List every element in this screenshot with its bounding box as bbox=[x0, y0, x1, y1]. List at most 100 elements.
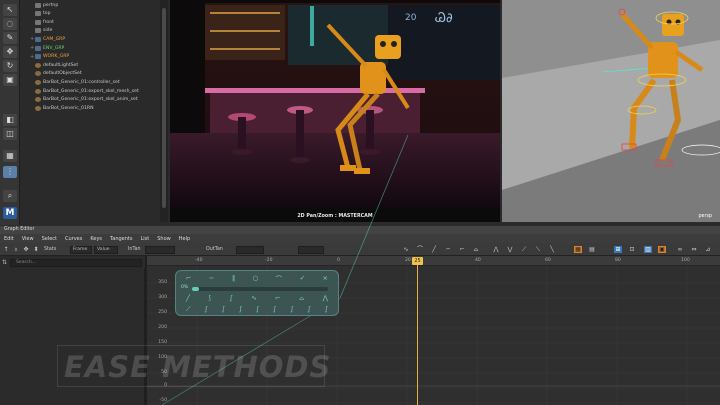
current-time-indicator[interactable]: 25 bbox=[412, 257, 423, 265]
ease-methods-panel[interactable]: ⌐ ∽ ∥ ○ ⌒ ✓ × 0% ╱ ⟆ ∫ ∿ ⌐ ⌓ ⋀ ⟋ ∫ ∫ ∫ ∫… bbox=[175, 270, 339, 316]
curve-shape-5-icon[interactable]: ∫ bbox=[256, 305, 259, 313]
ease-check-icon[interactable]: ✓ bbox=[300, 274, 305, 282]
ease-linear-icon[interactable]: ╱ bbox=[186, 294, 190, 302]
ease-bounce-icon[interactable]: ⌓ bbox=[299, 294, 304, 303]
ruler-tick: -20 bbox=[265, 258, 273, 263]
curve-display-icon[interactable]: ▣ bbox=[658, 246, 666, 253]
lasso-tool-icon[interactable]: ◌ bbox=[3, 18, 17, 30]
normalize-icon[interactable]: ⊡ bbox=[628, 246, 636, 253]
outliner-item[interactable]: BarBot_Generic_01:controller_set bbox=[30, 78, 120, 86]
snapshot-icon[interactable]: ▤ bbox=[588, 246, 596, 253]
ease-circle-icon[interactable]: ○ bbox=[253, 274, 259, 282]
rotate-tool-icon[interactable]: ↻ bbox=[3, 60, 17, 72]
curve-shape-7-icon[interactable]: ∫ bbox=[290, 305, 293, 313]
clamped-tangent-icon[interactable]: ⌒ bbox=[416, 246, 424, 253]
layout-two-icon[interactable]: ◫ bbox=[3, 128, 17, 140]
outliner-item[interactable]: + ENV_GRP bbox=[30, 44, 64, 52]
outliner-item[interactable]: BarBot_Generic_01:export_skel_mesh_set bbox=[30, 87, 139, 95]
buffer-curve-icon[interactable]: ▦ bbox=[574, 246, 582, 253]
curve-shape-1-icon[interactable]: ⟋ bbox=[186, 305, 191, 314]
step-tangent-icon[interactable]: ⌐ bbox=[458, 246, 466, 253]
outliner-item-label: defaultObjectSet bbox=[43, 71, 82, 77]
menu-edit[interactable]: Edit bbox=[4, 236, 14, 242]
filter-icon[interactable]: ⊿ bbox=[704, 246, 712, 253]
paint-tool-icon[interactable]: ✎ bbox=[3, 32, 17, 44]
scale-tool-icon[interactable]: ▣ bbox=[3, 74, 17, 86]
outliner-item[interactable]: BarBot_Generic_01:export_skel_anim_set bbox=[30, 96, 138, 104]
frame-field[interactable]: Frame bbox=[70, 246, 92, 254]
list-filter-icon[interactable]: ⇅ bbox=[2, 259, 9, 267]
insert-key-icon[interactable]: ⬍ bbox=[32, 246, 40, 253]
outliner-scrollbar[interactable] bbox=[160, 0, 168, 222]
value-field[interactable]: Value bbox=[94, 246, 118, 254]
current-time-line[interactable] bbox=[417, 260, 418, 405]
retime-icon[interactable]: ⇔ bbox=[690, 246, 698, 253]
ease-cubic-icon[interactable]: ∫ bbox=[229, 294, 232, 302]
ease-sine-icon[interactable]: ∿ bbox=[251, 294, 256, 302]
search-icon[interactable]: ⌕ bbox=[3, 190, 17, 202]
outliner-item[interactable]: side bbox=[30, 27, 52, 35]
menu-keys[interactable]: Keys bbox=[90, 236, 102, 242]
ease-in-icon[interactable]: ⌐ bbox=[186, 274, 191, 282]
weighted-tangent-icon[interactable]: ╲ bbox=[548, 246, 556, 253]
out-tangent-field[interactable] bbox=[236, 246, 264, 254]
ease-back-icon[interactable]: ⌒ bbox=[276, 273, 283, 283]
curve-shape-9-icon[interactable]: ∫ bbox=[325, 305, 328, 313]
ease-close-icon[interactable]: × bbox=[323, 274, 328, 282]
menu-list[interactable]: List bbox=[140, 236, 149, 242]
plateau-tangent-icon[interactable]: ⌓ bbox=[472, 246, 480, 253]
outliner-item[interactable]: top bbox=[30, 10, 51, 18]
menu-view[interactable]: View bbox=[22, 236, 34, 242]
spline-tangent-icon[interactable]: ∿ bbox=[402, 246, 410, 253]
curve-shape-2-icon[interactable]: ∫ bbox=[204, 305, 207, 313]
select-tool-icon[interactable]: ↖ bbox=[3, 4, 17, 16]
ease-inout-icon[interactable]: ∥ bbox=[232, 274, 235, 282]
menu-show[interactable]: Show bbox=[157, 236, 171, 242]
search-input[interactable]: Search... bbox=[10, 259, 142, 267]
time-ruler[interactable]: -40 -20 0 20 40 60 80 100 bbox=[147, 256, 720, 266]
flat-tangent-icon[interactable]: ─ bbox=[444, 246, 452, 253]
pin-icon[interactable]: ↑ bbox=[2, 246, 10, 253]
move-key-icon[interactable]: ✥ bbox=[22, 246, 30, 253]
break-tangent-icon[interactable]: ⋀ bbox=[492, 246, 500, 253]
layout-grid-icon[interactable]: ▦ bbox=[3, 150, 17, 162]
outliner-item[interactable]: + CAM_GRP bbox=[30, 35, 65, 43]
curve-shape-6-icon[interactable]: ∫ bbox=[273, 305, 276, 313]
menu-curves[interactable]: Curves bbox=[65, 236, 82, 242]
stacked-view-icon[interactable]: ▥ bbox=[644, 246, 652, 253]
in-tangent-field[interactable] bbox=[145, 246, 175, 254]
layout-single-icon[interactable]: ◧ bbox=[3, 114, 17, 126]
outliner-item[interactable]: + WORK_GRP bbox=[30, 53, 69, 61]
tangent-weight-field[interactable] bbox=[298, 246, 324, 254]
menu-tangents[interactable]: Tangents bbox=[110, 236, 132, 242]
move-tool-icon[interactable]: ✥ bbox=[3, 46, 17, 58]
ease-out-icon[interactable]: ∽ bbox=[209, 274, 214, 282]
linear-tangent-icon[interactable]: ╱ bbox=[430, 246, 438, 253]
lock-weight-icon[interactable]: ⟍ bbox=[534, 246, 542, 253]
auto-frame-icon[interactable]: ⊞ bbox=[614, 246, 622, 253]
infinity-icon[interactable]: ∞ bbox=[676, 246, 684, 253]
menu-help[interactable]: Help bbox=[179, 236, 190, 242]
maya-logo-icon[interactable]: M bbox=[3, 207, 17, 219]
free-weight-icon[interactable]: ⟋ bbox=[520, 246, 528, 253]
layout-active-icon[interactable]: ⋮ bbox=[3, 166, 17, 178]
curve-shape-3-icon[interactable]: ∫ bbox=[222, 305, 225, 313]
outliner-item[interactable]: front bbox=[30, 18, 54, 26]
outliner-item[interactable]: defaultLightSet bbox=[30, 61, 78, 69]
curve-shape-4-icon[interactable]: ∫ bbox=[239, 305, 242, 313]
ease-curve-row: ⟋ ∫ ∫ ∫ ∫ ∫ ∫ ∫ ∫ bbox=[186, 304, 328, 314]
perspective-viewport[interactable]: persp bbox=[502, 0, 720, 222]
ease-expo-icon[interactable]: ⌐ bbox=[275, 294, 280, 302]
ease-quad-icon[interactable]: ⟆ bbox=[208, 294, 211, 302]
curve-shape-8-icon[interactable]: ∫ bbox=[307, 305, 310, 313]
ease-elastic-icon[interactable]: ⋀ bbox=[323, 294, 328, 302]
camera-viewport[interactable]: 20 Ꮚ∂ 2D Pan/Zoom : MASTERCAM bbox=[170, 0, 500, 222]
menu-select[interactable]: Select bbox=[42, 236, 57, 242]
outliner-item[interactable]: defaultObjectSet bbox=[30, 70, 82, 78]
outliner-item[interactable]: BarBot_Generic_01RN bbox=[30, 104, 94, 112]
ruler-tick: 40 bbox=[475, 258, 481, 263]
outliner-item[interactable]: pertnp bbox=[30, 1, 58, 9]
key-icon[interactable]: ⬨ bbox=[12, 246, 20, 253]
unify-tangent-icon[interactable]: ⋁ bbox=[506, 246, 514, 253]
ease-amount-slider[interactable] bbox=[192, 287, 328, 291]
